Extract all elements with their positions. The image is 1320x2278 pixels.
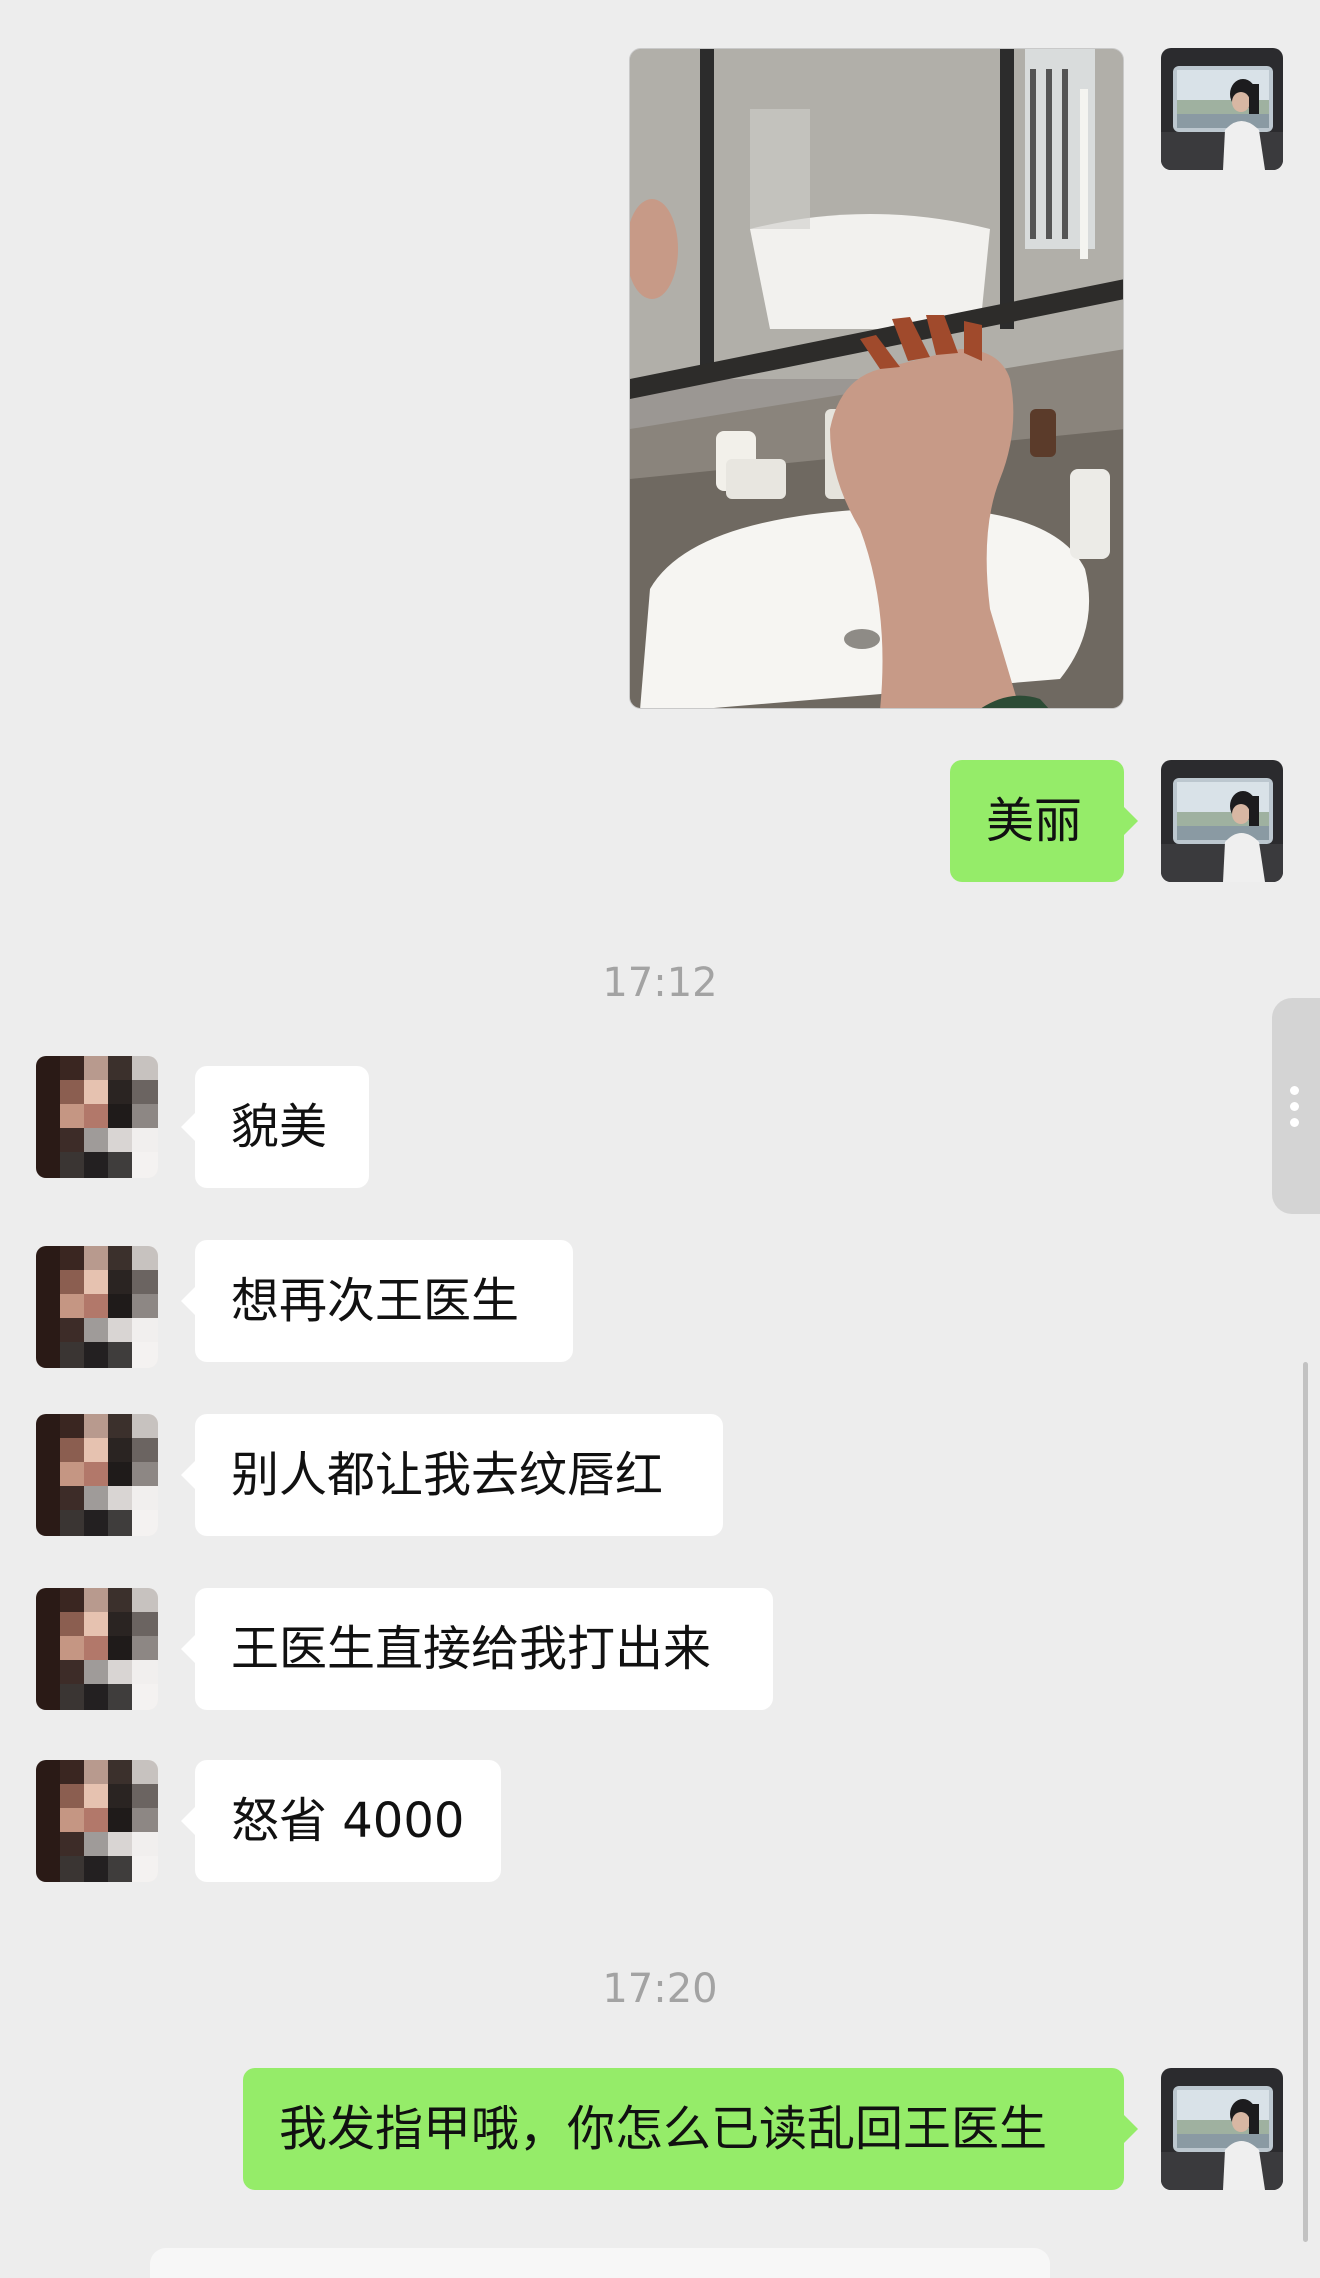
message-text: 别人都让我去纹唇红 xyxy=(231,1447,664,1503)
message-text: 想再次王医生 xyxy=(231,1273,520,1329)
message-bubble-self[interactable]: 美丽 xyxy=(950,760,1138,882)
message-text: 王医生直接给我打出来 xyxy=(231,1621,712,1677)
peer-avatar[interactable] xyxy=(36,1056,158,1178)
peer-avatar[interactable] xyxy=(36,1588,158,1710)
self-avatar[interactable] xyxy=(1161,48,1283,170)
message-bubble-peer[interactable]: 想再次王医生 xyxy=(181,1240,573,1362)
message-text: 美丽 xyxy=(986,793,1083,849)
peer-avatar[interactable] xyxy=(36,1760,158,1882)
message-bubble-peer[interactable]: 王医生直接给我打出来 xyxy=(181,1588,773,1710)
message-text: 我发指甲哦，你怎么已读乱回王医生 xyxy=(279,2101,1048,2157)
self-avatar[interactable] xyxy=(1161,760,1283,882)
message-bubble-self[interactable]: 我发指甲哦，你怎么已读乱回王医生 xyxy=(243,2068,1138,2190)
scrollbar[interactable] xyxy=(1303,1362,1308,2242)
peer-avatar[interactable] xyxy=(36,1246,158,1368)
message-bubble-peer[interactable]: 别人都让我去纹唇红 xyxy=(181,1414,723,1536)
peer-avatar[interactable] xyxy=(36,1414,158,1536)
more-vertical-icon[interactable] xyxy=(1272,998,1320,1214)
message-text: 怒省 4000 xyxy=(231,1793,465,1849)
message-timestamp: 17:12 xyxy=(602,960,718,1006)
message-timestamp: 17:20 xyxy=(602,1966,718,2012)
message-bubble-peer[interactable]: 貌美 xyxy=(181,1066,369,1188)
input-bar-edge xyxy=(150,2248,1050,2278)
photo-message[interactable] xyxy=(629,48,1124,709)
message-bubble-peer[interactable]: 怒省 4000 xyxy=(181,1760,501,1882)
self-avatar[interactable] xyxy=(1161,2068,1283,2190)
message-text: 貌美 xyxy=(231,1099,328,1155)
